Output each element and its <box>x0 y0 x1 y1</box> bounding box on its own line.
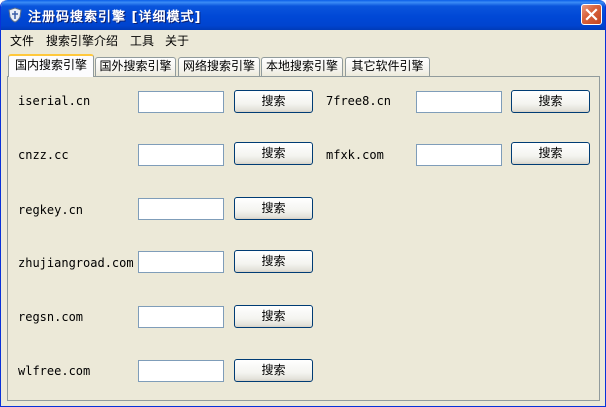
tab-foreign-engines[interactable]: 国外搜索引擎 <box>95 57 176 77</box>
search-input-wlfree[interactable] <box>138 360 224 382</box>
tab-panel: iserial.cn 搜索 cnzz.cc 搜索 regkey.cn 搜索 zh… <box>7 76 600 401</box>
window-title: 注册码搜索引擎 [详细模式] <box>28 10 202 25</box>
site-label-wlfree: wlfree.com <box>18 364 91 378</box>
menu-bar: 文件 搜索引擎介绍 工具 关于 <box>4 30 604 49</box>
search-input-mfxk[interactable] <box>416 144 502 166</box>
search-button-regsn[interactable]: 搜索 <box>234 305 313 328</box>
close-icon <box>585 8 598 21</box>
search-button-cnzz[interactable]: 搜索 <box>234 142 313 165</box>
search-button-regkey[interactable]: 搜索 <box>234 197 313 220</box>
site-label-regsn: regsn.com <box>18 310 84 324</box>
site-label-iserial: iserial.cn <box>18 94 91 108</box>
site-label-mfxk: mfxk.com <box>326 148 384 162</box>
site-label-cnzz: cnzz.cc <box>18 148 69 162</box>
search-input-regkey[interactable] <box>138 198 224 220</box>
search-button-zhujiangroad[interactable]: 搜索 <box>234 250 313 273</box>
tab-web-engines[interactable]: 网络搜索引擎 <box>178 57 260 77</box>
close-button[interactable] <box>581 4 602 25</box>
site-label-zhujiangroad: zhujiangroad.com <box>18 256 134 270</box>
search-button-iserial[interactable]: 搜索 <box>234 90 313 113</box>
menu-file[interactable]: 文件 <box>10 32 34 49</box>
search-input-cnzz[interactable] <box>138 144 224 166</box>
search-input-zhujiangroad[interactable] <box>138 251 224 273</box>
search-input-regsn[interactable] <box>138 306 224 328</box>
menu-about[interactable]: 关于 <box>165 32 189 49</box>
app-icon <box>7 7 23 23</box>
search-button-wlfree[interactable]: 搜索 <box>234 359 313 382</box>
search-input-iserial[interactable] <box>138 91 224 113</box>
menu-engine-intro[interactable]: 搜索引擎介绍 <box>46 32 118 49</box>
menu-tools[interactable]: 工具 <box>130 32 154 49</box>
site-label-regkey: regkey.cn <box>18 203 84 217</box>
tab-domestic-engines[interactable]: 国内搜索引擎 <box>8 54 94 77</box>
tab-other-engines[interactable]: 其它软件引擎 <box>345 57 430 77</box>
main-window: 注册码搜索引擎 [详细模式] 文件 搜索引擎介绍 工具 关于 国内搜索引擎 国外… <box>0 0 606 407</box>
search-input-7free8[interactable] <box>416 91 502 113</box>
search-button-7free8[interactable]: 搜索 <box>511 90 590 113</box>
site-label-7free8: 7free8.cn <box>326 94 392 108</box>
tab-local-engines[interactable]: 本地搜索引擎 <box>261 57 343 77</box>
search-button-mfxk[interactable]: 搜索 <box>511 142 590 165</box>
title-bar[interactable]: 注册码搜索引擎 [详细模式] <box>1 0 605 30</box>
